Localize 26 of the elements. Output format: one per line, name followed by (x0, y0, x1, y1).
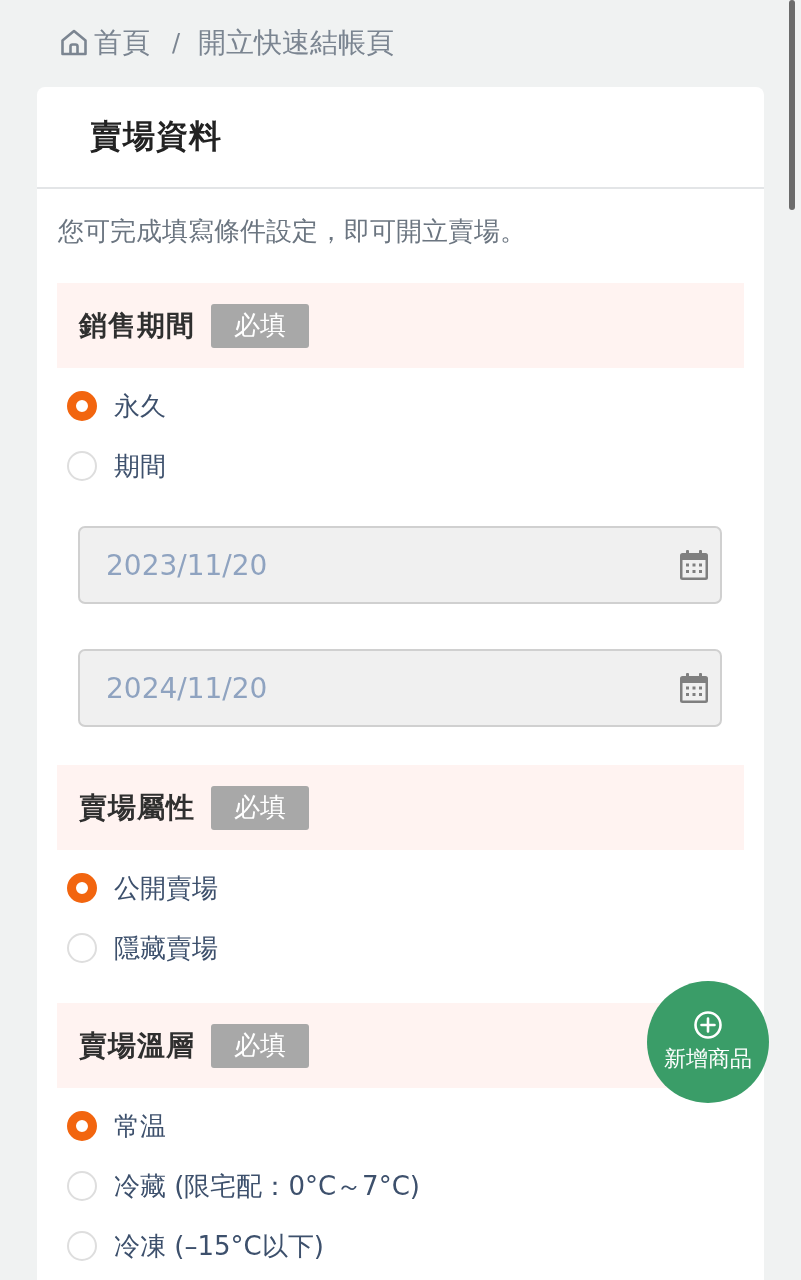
breadcrumb-separator: / (172, 28, 181, 57)
option-label: 冷凍 (–15°C以下) (114, 1229, 324, 1263)
card-title: 賣場資料 (90, 116, 222, 157)
calendar-icon (680, 673, 708, 703)
required-tag: 必填 (211, 1023, 309, 1068)
option-label: 常温 (114, 1109, 166, 1143)
required-tag: 必填 (211, 303, 309, 348)
radio-button[interactable] (67, 391, 97, 421)
home-link[interactable]: 首頁 (60, 23, 150, 62)
option-label: 隱藏賣場 (114, 931, 218, 965)
home-icon (60, 28, 88, 57)
radio-button[interactable] (67, 1111, 97, 1141)
breadcrumb-current: 開立快速結帳頁 (198, 24, 395, 61)
section-title: 銷售期間 (79, 307, 195, 344)
required-tag: 必填 (211, 785, 309, 830)
plus-circle-icon (693, 1010, 723, 1040)
option-label: 冷藏 (限宅配：0°C～7°C) (114, 1169, 420, 1203)
scrollbar[interactable] (789, 0, 795, 210)
calendar-icon (680, 550, 708, 580)
radio-button[interactable] (67, 873, 97, 903)
option-label: 永久 (114, 389, 166, 423)
option-label: 公開賣場 (114, 871, 218, 905)
section-title: 賣場溫層 (79, 1027, 195, 1064)
option-label: 期間 (114, 449, 166, 483)
section-title: 賣場屬性 (79, 789, 195, 826)
description-text: 您可完成填寫條件設定，即可開立賣場。 (58, 215, 527, 248)
